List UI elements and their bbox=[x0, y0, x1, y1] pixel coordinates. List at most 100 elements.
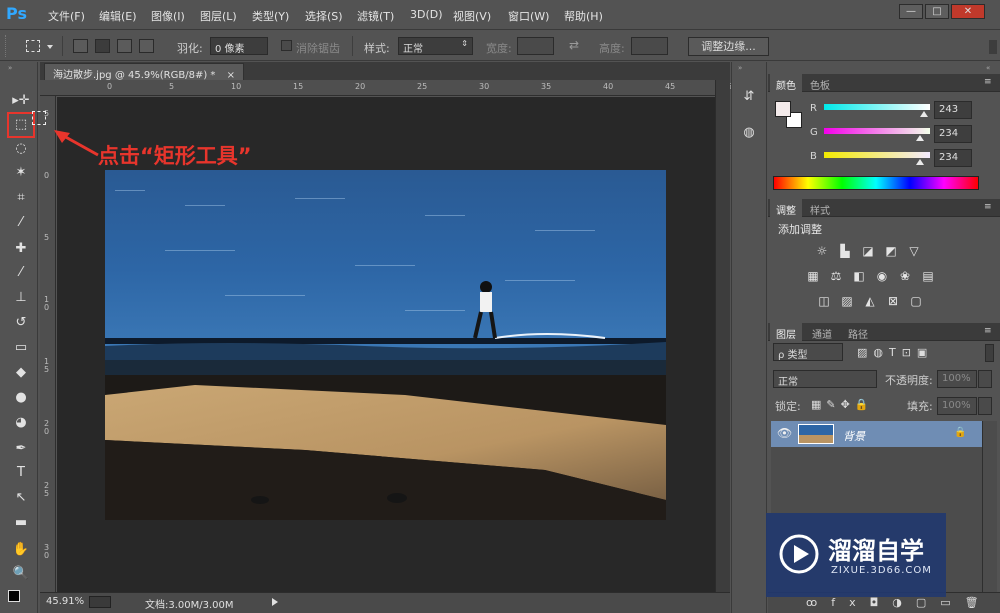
vibrance-icon[interactable]: ▽ bbox=[906, 244, 922, 258]
fill-dropdown-icon[interactable] bbox=[978, 397, 992, 415]
document-tab[interactable]: 海边散步.jpg @ 45.9%(RGB/8#) * × bbox=[44, 63, 245, 81]
red-slider[interactable] bbox=[824, 104, 930, 110]
black-white-icon[interactable]: ◧ bbox=[851, 269, 867, 283]
layers-scrollbar[interactable] bbox=[982, 421, 997, 592]
menu-layer[interactable]: 图层(L) bbox=[200, 8, 237, 24]
subtract-selection-icon[interactable] bbox=[117, 39, 132, 53]
blend-mode-select[interactable]: 正常 bbox=[773, 370, 877, 388]
status-menu-arrow-icon[interactable] bbox=[272, 598, 278, 606]
red-slider-knob[interactable] bbox=[920, 111, 928, 117]
hue-saturation-icon[interactable]: ▦ bbox=[805, 269, 821, 283]
gradient-map-icon[interactable]: ⊠ bbox=[885, 294, 901, 308]
antialias-checkbox[interactable] bbox=[281, 40, 292, 51]
preset-dropdown-icon[interactable] bbox=[47, 45, 53, 49]
layer-name[interactable]: 背景 bbox=[843, 428, 865, 444]
tab-styles[interactable]: 样式 bbox=[804, 199, 836, 217]
path-select-icon[interactable]: ↖ bbox=[9, 487, 33, 509]
color-lookup-icon[interactable]: ▤ bbox=[920, 269, 936, 283]
levels-icon[interactable]: ▙ bbox=[837, 244, 853, 258]
zoom-icon[interactable]: 🔍 bbox=[9, 563, 33, 585]
brightness-contrast-icon[interactable]: ☼ bbox=[814, 244, 830, 258]
filter-toggle-icon[interactable] bbox=[985, 344, 994, 362]
blue-slider[interactable] bbox=[824, 152, 930, 158]
selective-color-icon[interactable]: ▢ bbox=[908, 294, 924, 308]
menu-filter[interactable]: 滤镜(T) bbox=[357, 8, 394, 24]
color-panel-menu-icon[interactable]: ≡ bbox=[984, 77, 992, 87]
swap-dimensions-icon[interactable]: ⇄ bbox=[569, 38, 579, 52]
fill-input[interactable]: 100% bbox=[937, 397, 977, 415]
add-selection-icon[interactable] bbox=[95, 39, 110, 53]
tab-paths[interactable]: 路径 bbox=[842, 323, 874, 341]
menu-help[interactable]: 帮助(H) bbox=[564, 8, 603, 24]
tab-layers[interactable]: 图层 bbox=[770, 323, 802, 341]
layer-visibility-eye-icon[interactable]: 👁 bbox=[777, 426, 792, 440]
status-info-icon[interactable] bbox=[89, 596, 111, 608]
paint-bucket-icon[interactable]: ◆ bbox=[9, 362, 33, 384]
foreground-color-swatch[interactable] bbox=[775, 101, 791, 117]
collapse-dock-icon[interactable]: » bbox=[738, 64, 742, 72]
style-select[interactable]: 正常 ⇕ bbox=[398, 37, 473, 55]
photo-filter-icon[interactable]: ◉ bbox=[874, 269, 890, 283]
dodge-icon[interactable]: ◕ bbox=[9, 412, 33, 434]
tab-adjustments[interactable]: 调整 bbox=[770, 199, 802, 217]
move-icon[interactable]: ▸✛ bbox=[9, 90, 33, 112]
menu-select[interactable]: 选择(S) bbox=[305, 8, 343, 24]
opacity-dropdown-icon[interactable] bbox=[978, 370, 992, 388]
healing-brush-icon[interactable]: ✚ bbox=[9, 238, 33, 260]
menu-window[interactable]: 窗口(W) bbox=[508, 8, 549, 24]
type-icon[interactable]: T bbox=[9, 462, 33, 484]
menu-file[interactable]: 文件(F) bbox=[48, 8, 85, 24]
layer-filter-select[interactable]: ρ 类型 bbox=[773, 343, 843, 361]
feather-input[interactable]: 0 像素 bbox=[210, 37, 268, 55]
layer-filter-icons[interactable]: ▨◍T⊡▣ bbox=[857, 346, 933, 359]
menu-edit[interactable]: 编辑(E) bbox=[99, 8, 137, 24]
menu-type[interactable]: 类型(Y) bbox=[252, 8, 289, 24]
collapse-tools-icon[interactable]: » bbox=[8, 64, 12, 72]
history-brush-icon[interactable]: ↺ bbox=[9, 312, 33, 334]
history-panel-icon[interactable]: ⇵ bbox=[737, 86, 761, 108]
refine-edge-button[interactable]: 调整边缘... bbox=[688, 37, 769, 56]
lock-icons[interactable]: ▦✎✥🔒 bbox=[811, 398, 874, 411]
properties-panel-icon[interactable]: ◍ bbox=[737, 122, 761, 144]
color-spectrum-ramp[interactable] bbox=[773, 176, 979, 190]
close-window-button[interactable]: ✕ bbox=[951, 4, 985, 19]
zoom-level[interactable]: 45.91% bbox=[46, 596, 84, 607]
blur-icon[interactable]: ● bbox=[9, 387, 33, 409]
menu-3d[interactable]: 3D(D) bbox=[410, 8, 443, 21]
green-slider-knob[interactable] bbox=[916, 135, 924, 141]
rectangle-shape-icon[interactable]: ▬ bbox=[9, 512, 33, 534]
opacity-input[interactable]: 100% bbox=[937, 370, 977, 388]
green-value-input[interactable]: 234 bbox=[934, 125, 972, 143]
rect-marquee-preset-icon[interactable] bbox=[26, 40, 40, 52]
threshold-icon[interactable]: ◭ bbox=[862, 294, 878, 308]
clone-stamp-icon[interactable]: ⊥ bbox=[9, 287, 33, 309]
layers-panel-menu-icon[interactable]: ≡ bbox=[984, 326, 992, 336]
red-value-input[interactable]: 243 bbox=[934, 101, 972, 119]
channel-mixer-icon[interactable]: ❀ bbox=[897, 269, 913, 283]
brush-icon[interactable]: ⁄ bbox=[9, 262, 33, 284]
tool-foreground-swatch[interactable] bbox=[8, 590, 20, 602]
tab-channels[interactable]: 通道 bbox=[806, 323, 838, 341]
blue-slider-knob[interactable] bbox=[916, 159, 924, 165]
maximize-button[interactable]: □ bbox=[925, 4, 949, 19]
minimize-button[interactable]: — bbox=[899, 4, 923, 19]
menu-view[interactable]: 视图(V) bbox=[453, 8, 491, 24]
tab-color[interactable]: 颜色 bbox=[770, 74, 802, 92]
hand-icon[interactable]: ✋ bbox=[9, 539, 33, 561]
eraser-icon[interactable]: ▭ bbox=[9, 337, 33, 359]
collapse-panels-icon[interactable]: « bbox=[986, 64, 990, 72]
exposure-icon[interactable]: ◩ bbox=[883, 244, 899, 258]
options-scroll-icon[interactable] bbox=[989, 40, 997, 54]
adjustments-panel-menu-icon[interactable]: ≡ bbox=[984, 202, 992, 212]
menu-image[interactable]: 图像(I) bbox=[151, 8, 185, 24]
green-slider[interactable] bbox=[824, 128, 930, 134]
invert-icon[interactable]: ◫ bbox=[816, 294, 832, 308]
width-input[interactable] bbox=[517, 37, 554, 55]
lasso-icon[interactable]: ◌ bbox=[9, 138, 33, 160]
intersect-selection-icon[interactable] bbox=[139, 39, 154, 53]
vertical-scrollbar[interactable] bbox=[715, 80, 730, 592]
new-selection-icon[interactable] bbox=[73, 39, 88, 53]
rect-marquee-icon[interactable]: ⬚ bbox=[7, 112, 35, 138]
height-input[interactable] bbox=[631, 37, 668, 55]
magic-wand-icon[interactable]: ✶ bbox=[9, 162, 33, 184]
